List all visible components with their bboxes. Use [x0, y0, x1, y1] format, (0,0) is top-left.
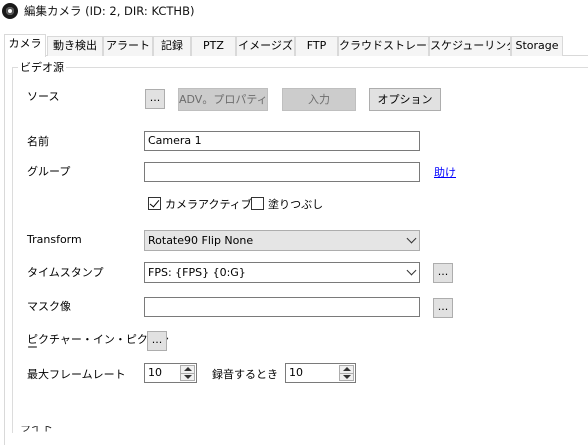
- tab-recording[interactable]: 記録: [153, 36, 191, 56]
- fill-label[interactable]: 塗りつぶし: [268, 196, 323, 212]
- tab-images[interactable]: イメージズ: [236, 36, 295, 56]
- mask-field[interactable]: [144, 297, 420, 317]
- source-label: ソース: [27, 90, 60, 103]
- record-when-label: 録音するとき: [212, 368, 278, 381]
- input-button[interactable]: 入力: [282, 88, 356, 111]
- max-framerate-label: 最大フレームレート: [27, 368, 126, 381]
- max-framerate-stepper[interactable]: 10: [144, 363, 197, 383]
- timestamp-browse-button[interactable]: ...: [433, 263, 453, 283]
- source-browse-button[interactable]: ...: [145, 89, 165, 109]
- chevron-down-icon: [406, 265, 417, 276]
- timestamp-select-value: FPS: {FPS} {0:G}: [148, 266, 246, 279]
- tab-motion-detection[interactable]: 動き検出: [47, 36, 103, 56]
- pip-browse-button[interactable]: ...: [147, 331, 167, 351]
- tab-strip: カメラ 動き検出 アラート 記録 PTZ イメージズ FTP クラウドストレージ…: [4, 34, 588, 57]
- name-label: 名前: [27, 135, 49, 148]
- camera-active-checkbox[interactable]: [148, 197, 161, 210]
- fill-checkbox[interactable]: [251, 197, 264, 210]
- timestamp-label: タイムスタンプ: [27, 266, 104, 279]
- camera-app-icon: [2, 3, 18, 19]
- tab-ftp[interactable]: FTP: [295, 36, 338, 56]
- spinner-arrows-icon[interactable]: [180, 365, 195, 381]
- help-link[interactable]: 助け: [434, 164, 456, 180]
- chevron-down-icon: [406, 233, 417, 244]
- record-when-stepper[interactable]: 10: [285, 363, 356, 383]
- group-label: グループ: [27, 165, 71, 178]
- timestamp-select[interactable]: FPS: {FPS} {0:G}: [144, 262, 420, 283]
- tab-ptz[interactable]: PTZ: [191, 36, 236, 56]
- record-when-value: 10: [289, 366, 303, 379]
- max-framerate-value: 10: [148, 366, 162, 379]
- title-bar: 編集カメラ (ID: 2, DIR: KCTHB): [0, 0, 588, 22]
- camera-name-field[interactable]: Camera 1: [144, 131, 420, 151]
- transform-select[interactable]: Rotate90 Flip None: [144, 230, 420, 251]
- mask-browse-button[interactable]: ...: [433, 298, 453, 318]
- transform-label: Transform: [27, 233, 82, 246]
- camera-active-label[interactable]: カメラアクティブ: [165, 196, 252, 212]
- next-group-legend: ライト: [18, 426, 55, 434]
- tab-alerts[interactable]: アラート: [103, 36, 153, 56]
- adv-properties-button[interactable]: ADV。プロパティ: [178, 88, 268, 111]
- spinner-arrows-icon[interactable]: [339, 365, 354, 381]
- mask-label: マスク像: [27, 300, 71, 313]
- window-title: 編集カメラ (ID: 2, DIR: KCTHB): [24, 4, 195, 18]
- tab-scheduling[interactable]: スケジューリング: [429, 36, 511, 56]
- video-source-legend: ビデオ源: [18, 59, 66, 75]
- pip-label-wrap: ー: [27, 344, 38, 352]
- transform-select-value: Rotate90 Flip None: [148, 234, 254, 247]
- group-field[interactable]: [144, 162, 420, 182]
- tab-storage[interactable]: Storage: [511, 36, 563, 56]
- tab-camera[interactable]: カメラ: [4, 34, 46, 57]
- tab-cloud-storage[interactable]: クラウドストレージ: [338, 36, 429, 56]
- options-button[interactable]: オプション: [369, 88, 441, 111]
